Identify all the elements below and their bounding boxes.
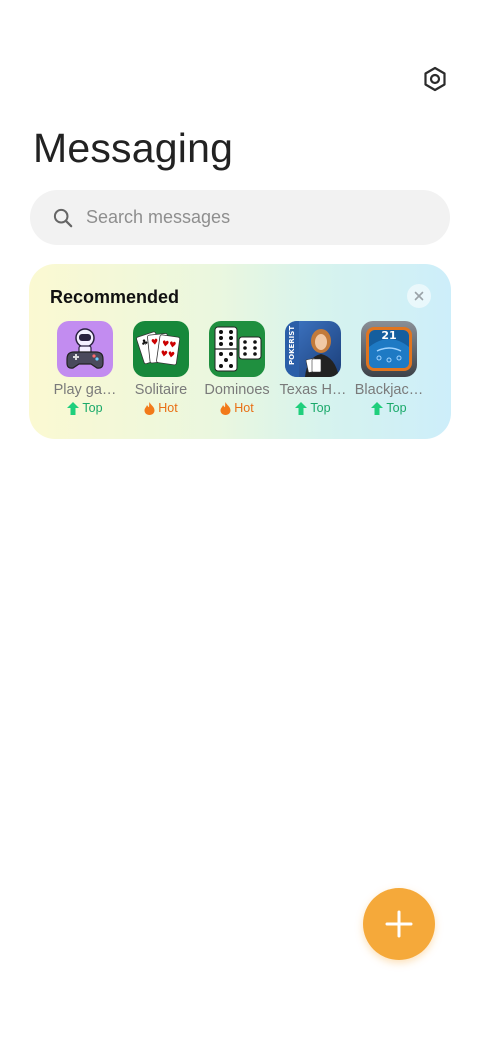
- page-title: Messaging: [33, 125, 234, 171]
- new-message-button[interactable]: [363, 888, 435, 960]
- badge-label: Top: [310, 401, 331, 415]
- app-name: Dominoes: [204, 382, 270, 398]
- flame-icon: [220, 401, 231, 415]
- arrow-up-icon: [67, 401, 80, 415]
- svg-text:21: 21: [381, 329, 396, 342]
- settings-hexagon-icon: [424, 66, 446, 92]
- app-badge-hot: Hot: [220, 401, 254, 415]
- svg-text:POKERIST: POKERIST: [288, 326, 296, 365]
- messaging-screen: Messaging Recommended: [0, 0, 480, 1040]
- app-name: Blackjac…: [354, 382, 424, 398]
- search-icon: [52, 207, 74, 229]
- badge-label: Hot: [158, 401, 178, 415]
- badge-label: Top: [386, 401, 407, 415]
- app-item-solitaire[interactable]: ♣ ♥ ♥♥ ♥♥ Solitaire Hot: [123, 321, 199, 415]
- app-badge-top: Top: [67, 401, 103, 415]
- app-item-texas-holdem[interactable]: POKERIST Texas H… Top: [275, 321, 351, 415]
- app-name: Solitaire: [134, 382, 188, 398]
- app-badge-top: Top: [295, 401, 331, 415]
- svg-text:♥: ♥: [151, 337, 159, 347]
- blackjack-21-icon: 21: [361, 321, 417, 377]
- search-input[interactable]: [84, 206, 408, 229]
- recommended-apps-list: Play ga… Top ♣ ♥ ♥♥ ♥♥ Solitaire Hot Dom…: [47, 321, 427, 415]
- app-badge-top: Top: [371, 401, 407, 415]
- close-icon: [414, 291, 424, 301]
- app-badge-hot: Hot: [144, 401, 178, 415]
- arrow-up-icon: [295, 401, 308, 415]
- arrow-up-icon: [371, 401, 384, 415]
- gamepad-astronaut-icon: [57, 321, 113, 377]
- dominoes-icon: [209, 321, 265, 377]
- app-item-dominoes[interactable]: Dominoes Hot: [199, 321, 275, 415]
- app-item-play-games[interactable]: Play ga… Top: [47, 321, 123, 415]
- app-item-blackjack[interactable]: 21 Blackjac… Top: [351, 321, 427, 415]
- plus-icon: [385, 910, 413, 938]
- app-name: Play ga…: [53, 382, 117, 398]
- recommended-title: Recommended: [50, 287, 180, 307]
- flame-icon: [144, 401, 155, 415]
- solitaire-cards-icon: ♣ ♥ ♥♥ ♥♥: [133, 321, 189, 377]
- badge-label: Top: [82, 401, 103, 415]
- badge-label: Hot: [234, 401, 254, 415]
- poker-texas-holdem-icon: POKERIST: [285, 321, 341, 377]
- recommended-close-button[interactable]: [407, 284, 431, 308]
- search-bar[interactable]: [30, 190, 450, 245]
- app-name: Texas H…: [279, 382, 347, 398]
- settings-button[interactable]: [419, 63, 451, 95]
- recommended-card: Recommended Play ga… Top ♣ ♥ ♥♥ ♥♥ Solit…: [29, 264, 451, 439]
